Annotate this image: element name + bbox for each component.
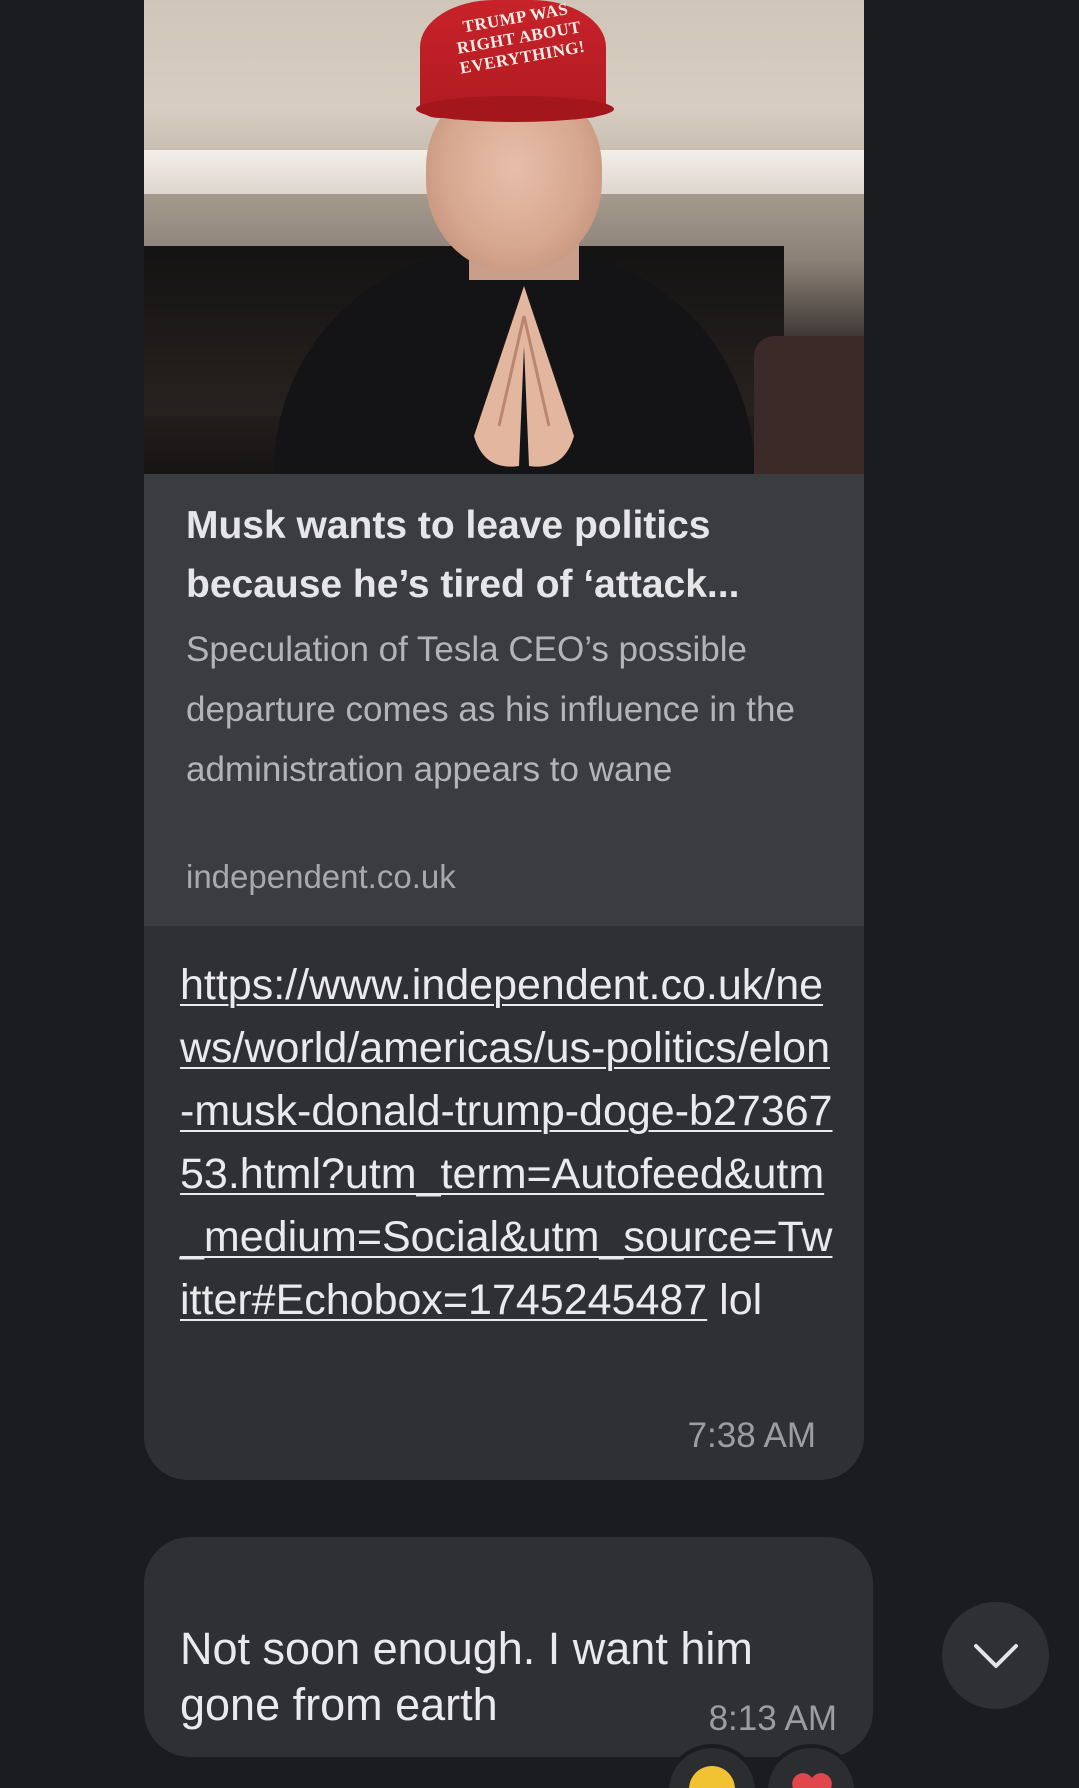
message-bubble-text[interactable]: Not soon enough. I want him gone from ea… [144, 1537, 873, 1757]
heart-emoji [792, 1773, 832, 1788]
smiley-face-emoji [689, 1766, 735, 1788]
link-preview-image[interactable]: TRUMP WAS RIGHT ABOUT EVERYTHING! [144, 0, 864, 474]
link-preview-domain: independent.co.uk [186, 858, 456, 895]
message-link[interactable]: https://www.independent.co.uk/news/world… [180, 961, 833, 1324]
scroll-to-bottom-button[interactable] [942, 1602, 1049, 1709]
preview-chair [754, 336, 864, 474]
message-timestamp: 7:38 AM [687, 1416, 816, 1455]
message-body: https://www.independent.co.uk/news/world… [180, 954, 840, 1332]
conversation-screen: TRUMP WAS RIGHT ABOUT EVERYTHING! Musk w… [0, 0, 1079, 1788]
preview-cap-brim [416, 96, 614, 122]
message-timestamp: 8:13 AM [708, 1699, 837, 1738]
message-bubble-link[interactable]: TRUMP WAS RIGHT ABOUT EVERYTHING! Musk w… [144, 0, 864, 1480]
link-preview-title: Musk wants to leave politics because he’… [186, 504, 740, 606]
chevron-down-icon [973, 1643, 1018, 1668]
message-suffix: lol [707, 1276, 763, 1324]
preview-steepled-hands [474, 286, 574, 467]
link-preview-meta[interactable]: Musk wants to leave politics because he’… [144, 474, 864, 926]
link-preview-description: Speculation of Tesla CEO’s possible depa… [186, 630, 795, 789]
